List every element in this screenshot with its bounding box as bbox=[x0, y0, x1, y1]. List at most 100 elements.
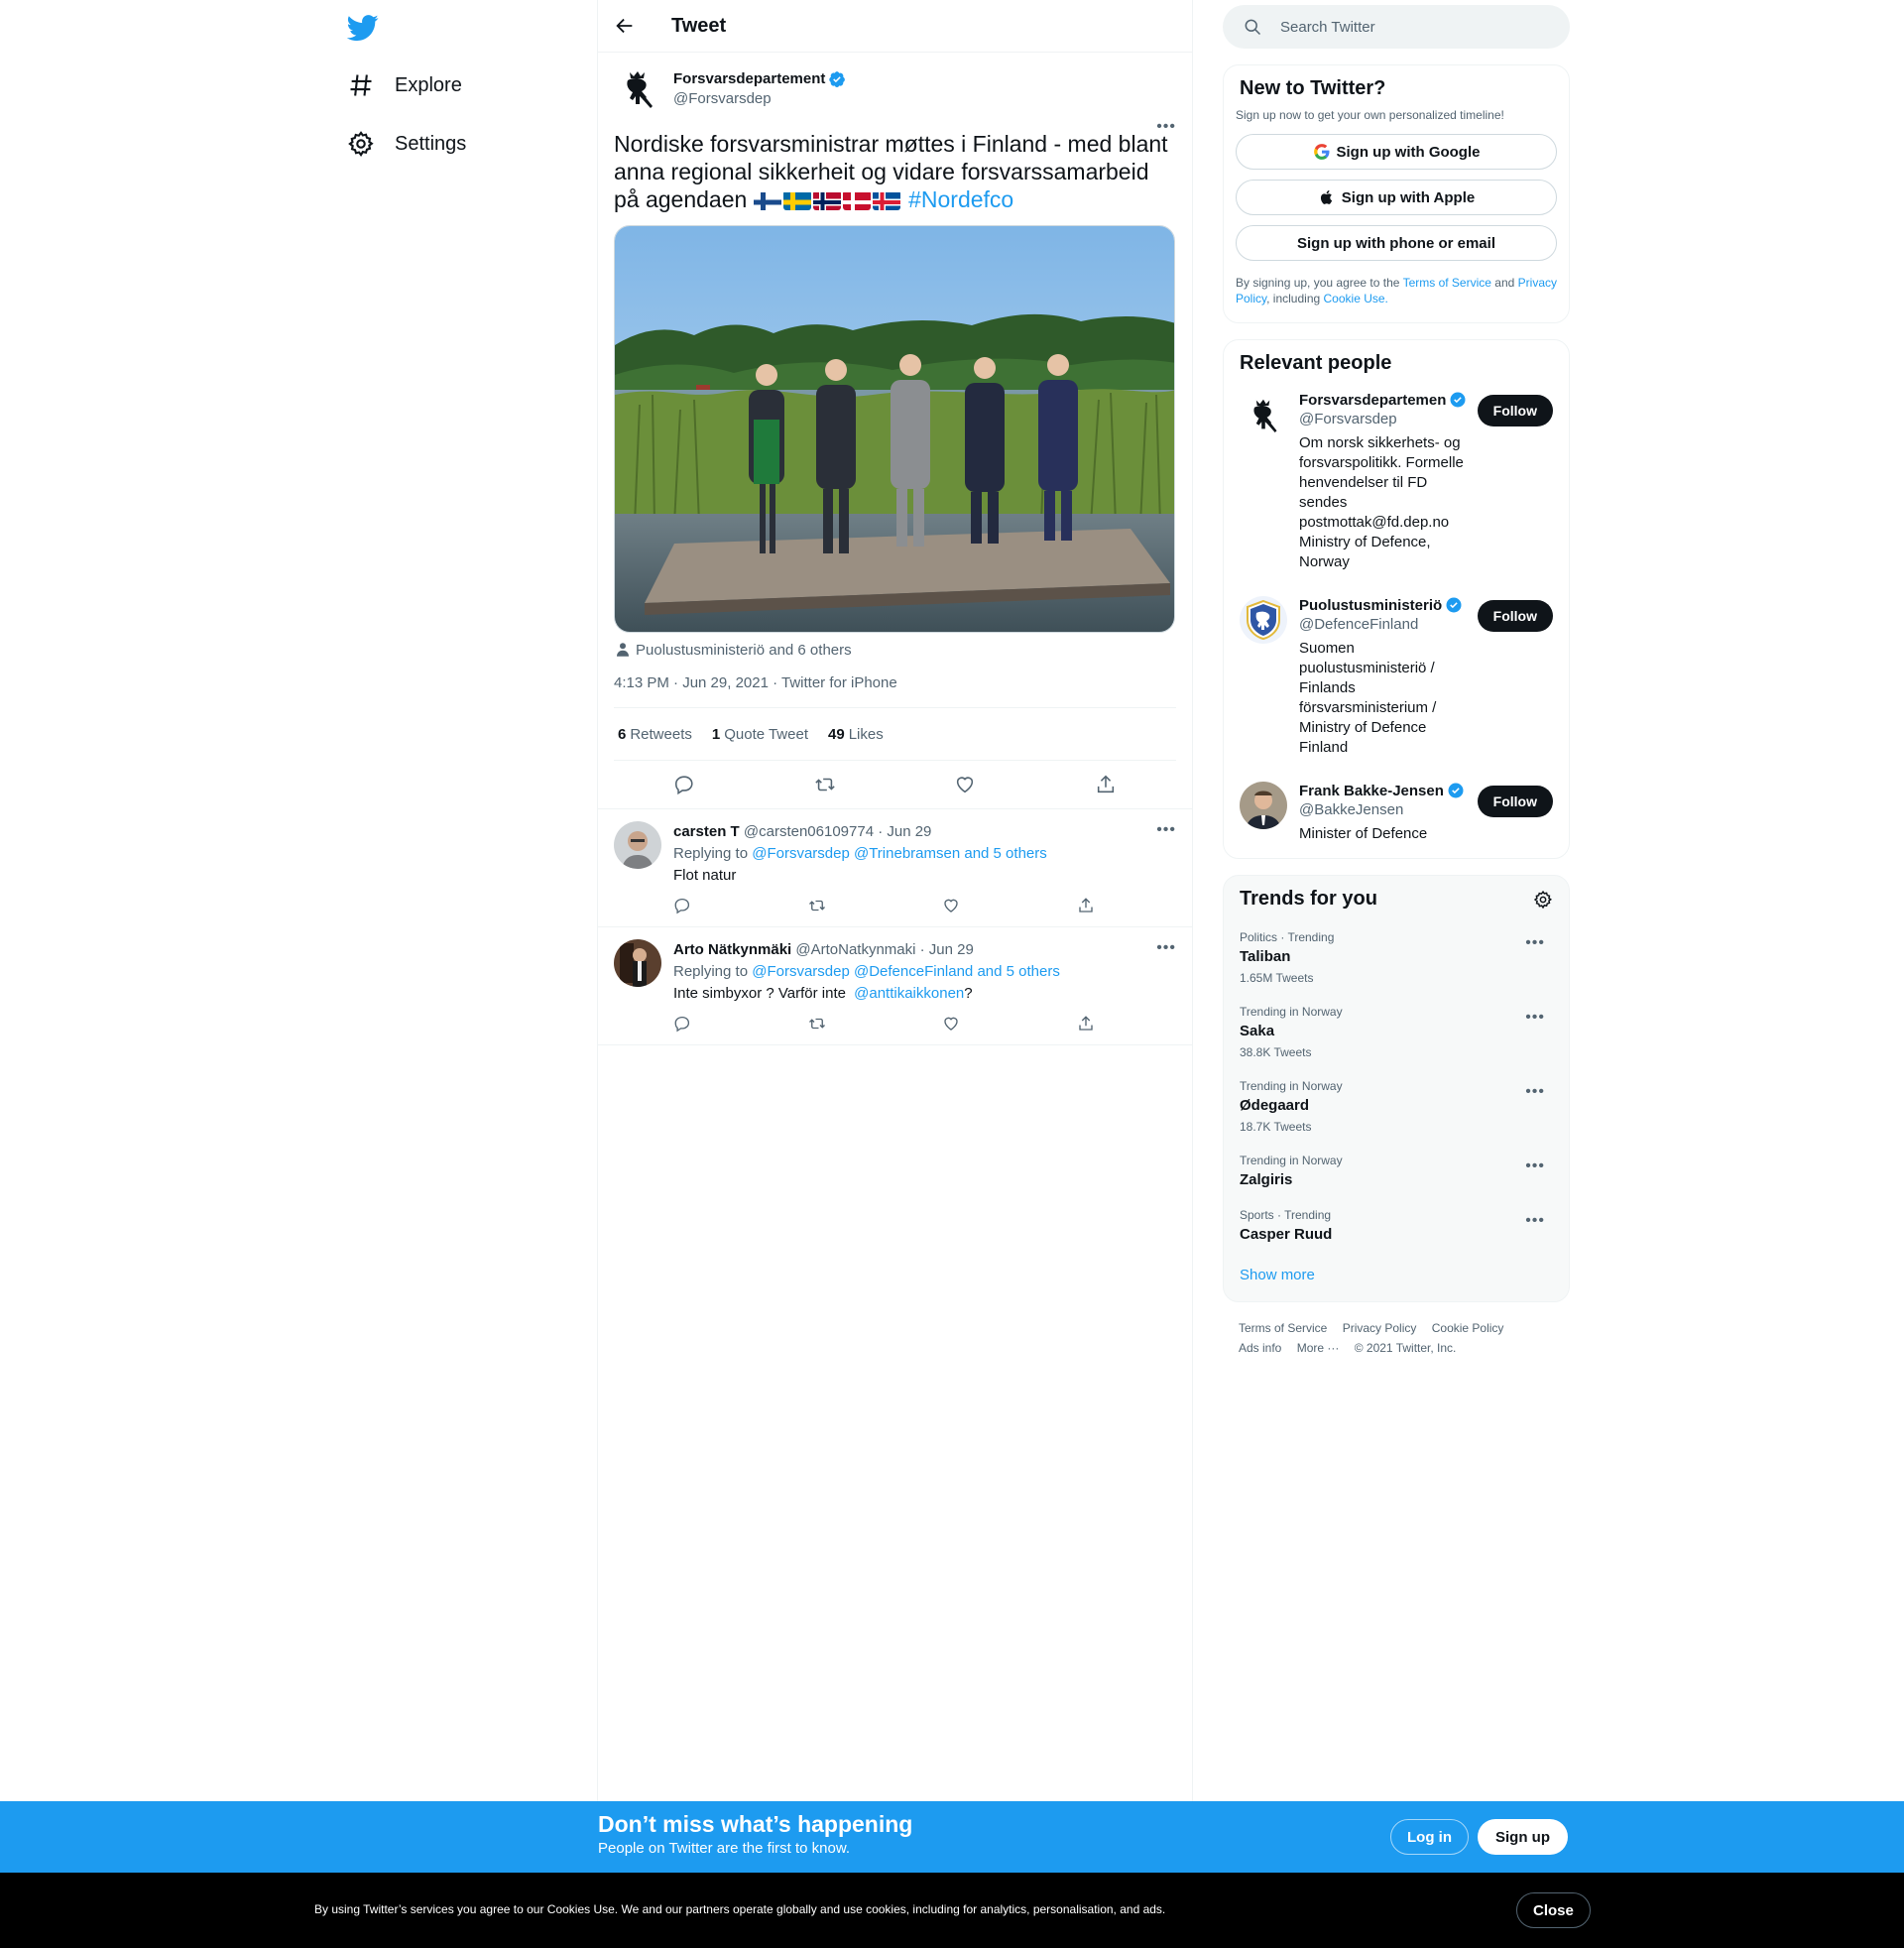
twitter-bird-icon[interactable] bbox=[347, 12, 379, 44]
avatar[interactable] bbox=[614, 939, 661, 987]
replying-to: Replying to @Forsvarsdep @DefenceFinland… bbox=[673, 961, 1176, 983]
back-arrow-icon[interactable] bbox=[614, 15, 636, 37]
reply-author-handle[interactable]: @carsten06109774 bbox=[744, 823, 874, 840]
relevant-person[interactable]: Puolustusministeriö @DefenceFinland Suom… bbox=[1224, 584, 1569, 770]
gear-icon bbox=[348, 131, 374, 157]
tweet-author[interactable]: Forsvarsdepartement @Forsvarsdep bbox=[614, 64, 1176, 112]
trend-item[interactable]: Politics · Trending Taliban 1.65M Tweets… bbox=[1224, 920, 1569, 995]
more-options-icon[interactable]: ••• bbox=[1525, 934, 1545, 952]
more-options-icon[interactable]: ••• bbox=[1156, 821, 1176, 839]
nav-explore[interactable]: Explore bbox=[347, 61, 462, 109]
reply-date[interactable]: · Jun 29 bbox=[920, 941, 974, 958]
more-options-icon[interactable]: ••• bbox=[1525, 1157, 1545, 1175]
person-name-text: Puolustusministeriö bbox=[1299, 596, 1443, 614]
legal-text-2: and bbox=[1494, 276, 1515, 290]
search-input[interactable]: Search Twitter bbox=[1223, 5, 1570, 49]
reply-actions bbox=[673, 897, 1095, 914]
trend-item[interactable]: Trending in Norway Ødegaard 18.7K Tweets… bbox=[1224, 1069, 1569, 1144]
panel-title: Relevant people bbox=[1240, 352, 1392, 374]
norway-lion-avatar[interactable] bbox=[1240, 391, 1287, 438]
close-button[interactable]: Close bbox=[1516, 1892, 1591, 1928]
banner-subtitle: People on Twitter are the first to know. bbox=[598, 1840, 851, 1857]
gear-icon[interactable] bbox=[1533, 890, 1553, 910]
right-sidebar: Search Twitter New to Twitter? Sign up n… bbox=[1223, 0, 1570, 1358]
relevant-person[interactable]: Frank Bakke-Jensen @BakkeJensen Minister… bbox=[1224, 770, 1569, 858]
quotes-label: Quote Tweet bbox=[724, 725, 808, 743]
replying-label: Replying to bbox=[673, 963, 749, 980]
heart-icon[interactable] bbox=[942, 1015, 960, 1033]
terms-link[interactable]: Terms of Service bbox=[1403, 276, 1491, 290]
denmark-flag-icon bbox=[842, 190, 871, 210]
footer-links: Terms of Service Privacy Policy Cookie P… bbox=[1223, 1318, 1570, 1358]
reply-author-name[interactable]: Arto Nätkynmäki bbox=[673, 941, 791, 958]
reply-icon[interactable] bbox=[673, 774, 695, 795]
search-placeholder: Search Twitter bbox=[1280, 18, 1375, 36]
tweet-timestamp[interactable]: 4:13 PM · Jun 29, 2021 · Twitter for iPh… bbox=[614, 674, 1176, 708]
sign-up-button[interactable]: Sign up bbox=[1478, 1819, 1568, 1855]
trend-item[interactable]: Sports · Trending Casper Ruud ••• bbox=[1224, 1198, 1569, 1253]
follow-button[interactable]: Follow bbox=[1477, 600, 1553, 632]
reply-text-mention-link[interactable]: @anttikaikkonen bbox=[854, 985, 964, 1002]
reply-mentions-link[interactable]: @Forsvarsdep @DefenceFinland and 5 other… bbox=[752, 963, 1060, 980]
trend-item[interactable]: Trending in Norway Saka 38.8K Tweets ••• bbox=[1224, 995, 1569, 1069]
reply-author-handle[interactable]: @ArtoNatkynmaki bbox=[795, 941, 915, 958]
show-more-link[interactable]: Show more bbox=[1224, 1253, 1569, 1301]
likes-label: Likes bbox=[848, 725, 884, 743]
quotes-stat[interactable]: 1 Quote Tweet bbox=[712, 726, 808, 743]
hashtag-link[interactable]: #Nordefco bbox=[908, 186, 1013, 212]
finland-crest-avatar[interactable] bbox=[1240, 596, 1287, 644]
trend-item[interactable]: Trending in Norway Zalgiris ••• bbox=[1224, 1144, 1569, 1198]
likes-stat[interactable]: 49 Likes bbox=[828, 726, 884, 743]
more-options-icon[interactable]: ••• bbox=[1525, 1009, 1545, 1027]
reply-icon[interactable] bbox=[673, 1015, 691, 1033]
norway-lion-avatar[interactable] bbox=[614, 64, 661, 112]
follow-button[interactable]: Follow bbox=[1477, 786, 1553, 817]
footer-privacy-link[interactable]: Privacy Policy bbox=[1343, 1321, 1417, 1335]
share-icon[interactable] bbox=[1095, 774, 1117, 795]
sign-up-apple-button[interactable]: Sign up with Apple bbox=[1236, 180, 1557, 215]
follow-button[interactable]: Follow bbox=[1477, 395, 1553, 426]
retweet-icon[interactable] bbox=[808, 1015, 826, 1033]
reply-author-name[interactable]: carsten T bbox=[673, 823, 740, 840]
footer-terms-link[interactable]: Terms of Service bbox=[1239, 1321, 1327, 1335]
reply-tweet[interactable]: carsten T @carsten06109774 · Jun 29 Repl… bbox=[598, 808, 1192, 926]
more-options-icon[interactable]: ••• bbox=[1525, 1212, 1545, 1230]
avatar[interactable] bbox=[614, 821, 661, 869]
banner-title: Don’t miss what’s happening bbox=[598, 1811, 913, 1837]
reply-icon[interactable] bbox=[673, 897, 691, 914]
heart-icon[interactable] bbox=[942, 897, 960, 914]
retweets-stat[interactable]: 6 Retweets bbox=[618, 726, 692, 743]
heart-icon[interactable] bbox=[954, 774, 976, 795]
footer-more-link[interactable]: More ··· bbox=[1297, 1341, 1340, 1355]
share-icon[interactable] bbox=[1077, 1015, 1095, 1033]
person-bio: Suomen puolustusministeriö / Finlands fö… bbox=[1299, 640, 1437, 756]
footer-ads-link[interactable]: Ads info bbox=[1239, 1341, 1281, 1355]
more-options-icon[interactable]: ••• bbox=[1156, 118, 1176, 136]
footer-cookie-link[interactable]: Cookie Policy bbox=[1432, 1321, 1504, 1335]
cookie-link[interactable]: Cookie Use. bbox=[1324, 292, 1388, 305]
more-options-icon[interactable]: ••• bbox=[1156, 939, 1176, 957]
author-name: Forsvarsdepartement bbox=[673, 70, 846, 88]
author-handle: @Forsvarsdep bbox=[673, 89, 772, 107]
retweet-icon[interactable] bbox=[808, 897, 826, 914]
sign-up-google-button[interactable]: Sign up with Google bbox=[1236, 134, 1557, 170]
cookie-text: By using Twitter’s services you agree to… bbox=[314, 1902, 1166, 1916]
retweet-icon[interactable] bbox=[814, 774, 836, 795]
apple-button-label: Sign up with Apple bbox=[1341, 188, 1476, 206]
reply-tweet[interactable]: Arto Nätkynmäki @ArtoNatkynmaki · Jun 29… bbox=[598, 926, 1192, 1045]
sign-up-phone-button[interactable]: Sign up with phone or email bbox=[1236, 225, 1557, 261]
reply-mentions-link[interactable]: @Forsvarsdep @Trinebramsen and 5 others bbox=[752, 845, 1047, 862]
relevant-person[interactable]: Forsvarsdepartemen @Forsvarsdep Om norsk… bbox=[1224, 379, 1569, 584]
log-in-button[interactable]: Log in bbox=[1390, 1819, 1469, 1855]
reply-text-body: Inte simbyxor ? Varför inte bbox=[673, 985, 846, 1002]
trends-header: Trends for you bbox=[1224, 876, 1569, 920]
share-icon[interactable] bbox=[1077, 897, 1095, 914]
relevant-people-panel: Relevant people Forsvarsdepartemen @Fors… bbox=[1223, 339, 1570, 859]
tweet-photo[interactable] bbox=[614, 225, 1175, 633]
avatar[interactable] bbox=[1240, 782, 1287, 829]
tagged-people[interactable]: Puolustusministeriö and 6 others bbox=[614, 641, 1176, 659]
nav-settings-label: Settings bbox=[395, 132, 467, 155]
nav-settings[interactable]: Settings bbox=[347, 120, 466, 168]
reply-date[interactable]: · Jun 29 bbox=[878, 823, 931, 840]
more-options-icon[interactable]: ••• bbox=[1525, 1083, 1545, 1101]
